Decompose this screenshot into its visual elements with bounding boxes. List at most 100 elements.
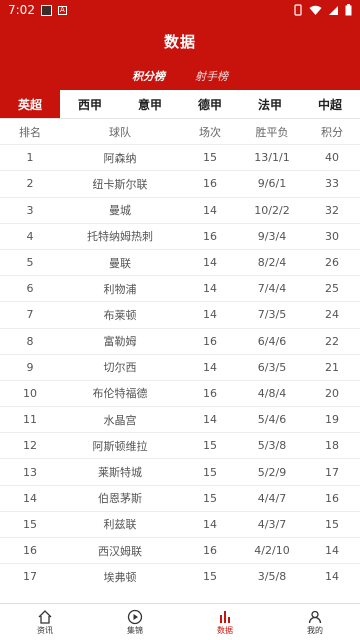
table-row[interactable]: 17 埃弗顿 15 3/5/8 14 bbox=[0, 563, 360, 587]
cell-wdl: 4/3/7 bbox=[240, 511, 304, 539]
tab-bundesliga[interactable]: 德甲 bbox=[180, 90, 240, 118]
table-row[interactable]: 8 富勒姆 16 6/4/6 22 bbox=[0, 328, 360, 355]
nav-highlights[interactable]: 集锦 bbox=[90, 604, 180, 640]
cell-wdl: 4/4/7 bbox=[240, 485, 304, 512]
cell-wdl: 9/6/1 bbox=[240, 170, 304, 198]
cell-team: 托特纳姆热刺 bbox=[60, 223, 180, 250]
cell-points: 26 bbox=[304, 249, 360, 277]
nav-profile[interactable]: 我的 bbox=[270, 604, 360, 640]
wifi-icon bbox=[309, 5, 322, 15]
cell-rank: 8 bbox=[0, 328, 60, 355]
cell-played: 16 bbox=[180, 223, 240, 250]
cell-wdl: 7/4/4 bbox=[240, 275, 304, 303]
tab-csl[interactable]: 中超 bbox=[300, 90, 360, 118]
cell-wdl: 9/3/4 bbox=[240, 223, 304, 250]
cell-wdl: 13/1/1 bbox=[240, 144, 304, 172]
cell-points: 15 bbox=[304, 511, 360, 539]
page-title: 数据 bbox=[163, 32, 196, 51]
cell-wdl: 3/5/8 bbox=[240, 563, 304, 587]
nav-profile-label: 我的 bbox=[307, 625, 323, 635]
cell-team: 西汉姆联 bbox=[60, 537, 180, 565]
cell-rank: 7 bbox=[0, 301, 60, 329]
cell-played: 15 bbox=[180, 144, 240, 172]
table-row[interactable]: 9 切尔西 14 6/3/5 21 bbox=[0, 354, 360, 381]
cell-points: 18 bbox=[304, 432, 360, 460]
cell-team: 布伦特福德 bbox=[60, 380, 180, 408]
table-row[interactable]: 5 曼联 14 8/2/4 26 bbox=[0, 249, 360, 277]
cell-team: 利物浦 bbox=[60, 275, 180, 303]
table-row[interactable]: 15 利兹联 14 4/3/7 15 bbox=[0, 511, 360, 539]
cell-team: 曼城 bbox=[60, 197, 180, 224]
league-tabs: 英超 西甲 意甲 德甲 法甲 中超 bbox=[0, 90, 360, 119]
cell-points: 14 bbox=[304, 537, 360, 565]
tab-scorers[interactable]: 射手榜 bbox=[195, 68, 228, 84]
cell-rank: 17 bbox=[0, 563, 60, 587]
cell-points: 30 bbox=[304, 223, 360, 250]
table-row[interactable]: 6 利物浦 14 7/4/4 25 bbox=[0, 275, 360, 303]
cell-rank: 11 bbox=[0, 406, 60, 434]
header-points: 积分 bbox=[304, 119, 360, 146]
table-row[interactable]: 16 西汉姆联 16 4/2/10 14 bbox=[0, 537, 360, 565]
cell-team: 阿森纳 bbox=[60, 144, 180, 172]
battery-icon bbox=[345, 4, 352, 16]
status-bar: 7:02 A bbox=[0, 0, 360, 20]
cell-wdl: 10/2/2 bbox=[240, 197, 304, 224]
cell-points: 19 bbox=[304, 406, 360, 434]
cell-wdl: 5/3/8 bbox=[240, 432, 304, 460]
cell-points: 32 bbox=[304, 197, 360, 224]
cell-rank: 3 bbox=[0, 197, 60, 224]
cell-wdl: 6/3/5 bbox=[240, 354, 304, 381]
app-notification-icon: A bbox=[57, 5, 67, 15]
table-row[interactable]: 12 阿斯顿维拉 15 5/3/8 18 bbox=[0, 432, 360, 460]
cell-points: 14 bbox=[304, 563, 360, 587]
table-row[interactable]: 7 布莱顿 14 7/3/5 24 bbox=[0, 301, 360, 329]
cell-points: 21 bbox=[304, 354, 360, 381]
cell-wdl: 7/3/5 bbox=[240, 301, 304, 329]
cell-played: 14 bbox=[180, 249, 240, 277]
nav-data[interactable]: 数据 bbox=[180, 604, 270, 640]
standings-table: 排名 球队 场次 胜平负 积分 1 阿森纳 15 13/1/1 40 2 纽卡斯尔联 16 9/… bbox=[0, 119, 360, 587]
table-row[interactable]: 4 托特纳姆热刺 16 9/3/4 30 bbox=[0, 223, 360, 250]
table-row[interactable]: 11 水晶宫 14 5/4/6 19 bbox=[0, 406, 360, 434]
cell-points: 33 bbox=[304, 170, 360, 198]
table-row[interactable]: 3 曼城 14 10/2/2 32 bbox=[0, 197, 360, 224]
header-rank: 排名 bbox=[0, 119, 60, 146]
table-row[interactable]: 14 伯恩茅斯 15 4/4/7 16 bbox=[0, 485, 360, 512]
cell-rank: 12 bbox=[0, 432, 60, 460]
cell-points: 24 bbox=[304, 301, 360, 329]
cell-rank: 10 bbox=[0, 380, 60, 408]
cell-rank: 9 bbox=[0, 354, 60, 381]
cell-played: 15 bbox=[180, 458, 240, 486]
top-header-area: 7:02 A 数据 积分榜 射手榜 bbox=[0, 0, 360, 90]
cell-rank: 13 bbox=[0, 458, 60, 486]
cell-wdl: 8/2/4 bbox=[240, 249, 304, 277]
cell-team: 富勒姆 bbox=[60, 328, 180, 355]
cell-wdl: 4/8/4 bbox=[240, 380, 304, 408]
cell-played: 16 bbox=[180, 328, 240, 355]
play-icon bbox=[127, 609, 143, 624]
cell-played: 14 bbox=[180, 511, 240, 539]
nav-news[interactable]: 资讯 bbox=[0, 604, 90, 640]
cell-played: 14 bbox=[180, 275, 240, 303]
cell-team: 水晶宫 bbox=[60, 406, 180, 434]
cell-team: 切尔西 bbox=[60, 354, 180, 381]
tab-standings[interactable]: 积分榜 bbox=[132, 68, 165, 84]
tab-ligue-1[interactable]: 法甲 bbox=[240, 90, 300, 118]
cell-played: 14 bbox=[180, 197, 240, 224]
cell-rank: 6 bbox=[0, 275, 60, 303]
table-row[interactable]: 13 莱斯特城 15 5/2/9 17 bbox=[0, 458, 360, 486]
header-played: 场次 bbox=[180, 119, 240, 146]
table-row[interactable]: 2 纽卡斯尔联 16 9/6/1 33 bbox=[0, 170, 360, 198]
standings-table-container[interactable]: 排名 球队 场次 胜平负 积分 1 阿森纳 15 13/1/1 40 2 纽卡斯尔联 16 9/… bbox=[0, 119, 360, 587]
table-row[interactable]: 1 阿森纳 15 13/1/1 40 bbox=[0, 144, 360, 172]
tab-premier-league[interactable]: 英超 bbox=[0, 90, 60, 118]
table-row[interactable]: 10 布伦特福德 16 4/8/4 20 bbox=[0, 380, 360, 408]
cell-rank: 4 bbox=[0, 223, 60, 250]
tab-serie-a[interactable]: 意甲 bbox=[120, 90, 180, 118]
cell-rank: 16 bbox=[0, 537, 60, 565]
subtabs: 积分榜 射手榜 bbox=[0, 62, 360, 90]
cell-team: 利兹联 bbox=[60, 511, 180, 539]
nav-news-label: 资讯 bbox=[37, 625, 53, 635]
tab-la-liga[interactable]: 西甲 bbox=[60, 90, 120, 118]
status-time: 7:02 bbox=[8, 3, 35, 17]
